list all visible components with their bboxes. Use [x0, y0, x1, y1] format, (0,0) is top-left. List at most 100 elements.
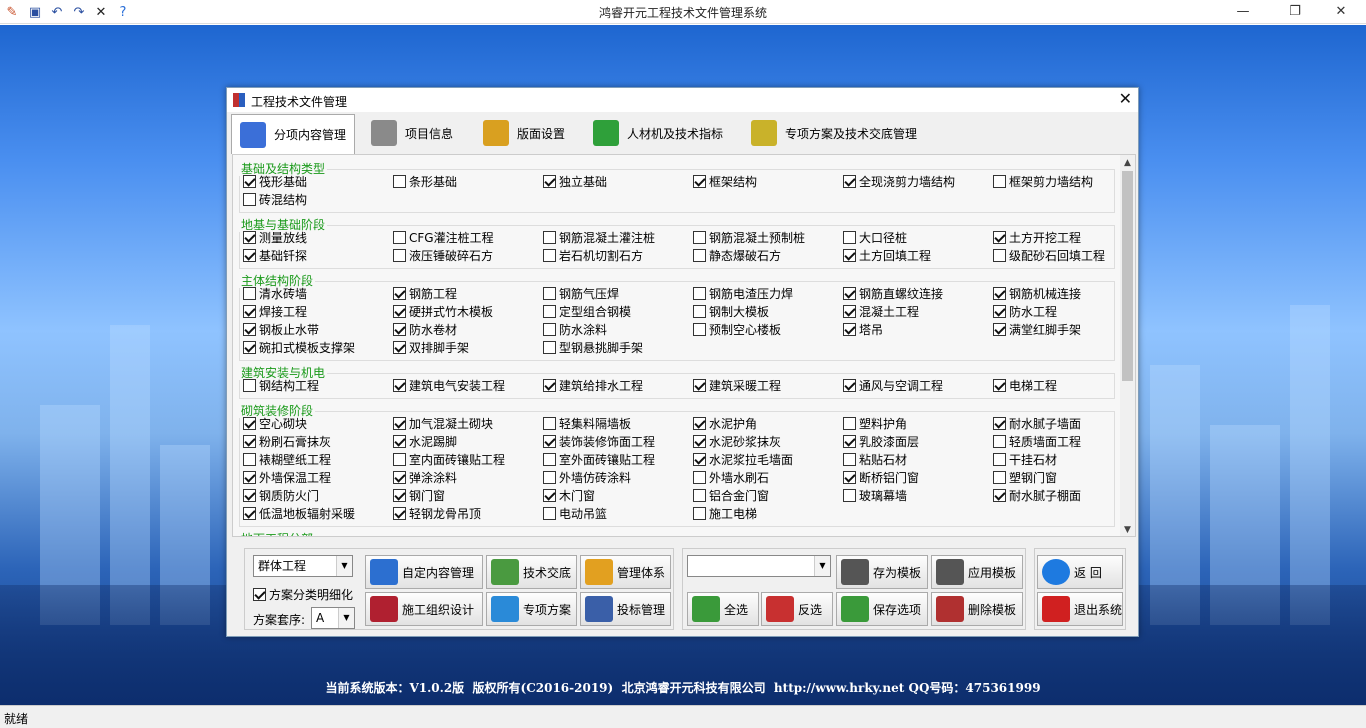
- option-checkbox[interactable]: 框架剪力墙结构: [993, 172, 1093, 190]
- minimize-button[interactable]: —: [1228, 2, 1258, 22]
- tab-4[interactable]: 专项方案及技术交底管理: [743, 114, 933, 152]
- option-checkbox[interactable]: 粉刷石膏抹灰: [243, 432, 331, 450]
- option-checkbox[interactable]: 钢筋工程: [393, 284, 457, 302]
- option-checkbox[interactable]: 全现浇剪力墙结构: [843, 172, 955, 190]
- checkbox-box[interactable]: [993, 452, 1006, 466]
- save-options-button[interactable]: 保存选项: [836, 592, 928, 626]
- option-checkbox[interactable]: 砖混结构: [243, 190, 307, 208]
- checkbox-box[interactable]: [843, 174, 856, 188]
- checkbox-box[interactable]: [543, 248, 556, 262]
- checkbox-box[interactable]: [393, 304, 406, 318]
- option-checkbox[interactable]: 清水砖墙: [243, 284, 307, 302]
- select-all-button[interactable]: 全选: [687, 592, 759, 626]
- checkbox-box[interactable]: [843, 416, 856, 430]
- checkbox-box[interactable]: [393, 340, 406, 354]
- bid-management-button[interactable]: 投标管理: [580, 592, 671, 626]
- checkbox-box[interactable]: [243, 452, 256, 466]
- checkbox-box[interactable]: [993, 416, 1006, 430]
- option-checkbox[interactable]: 钢门窗: [393, 486, 445, 504]
- restore-button[interactable]: ❐: [1280, 2, 1310, 22]
- option-checkbox[interactable]: 防水工程: [993, 302, 1057, 320]
- option-checkbox[interactable]: 建筑电气安装工程: [393, 376, 505, 394]
- checkbox-box[interactable]: [693, 322, 706, 336]
- checkbox-box[interactable]: [993, 230, 1006, 244]
- option-checkbox[interactable]: 电动吊篮: [543, 504, 607, 522]
- checkbox-box[interactable]: [843, 286, 856, 300]
- option-checkbox[interactable]: 大口径桩: [843, 228, 907, 246]
- option-checkbox[interactable]: 混凝土工程: [843, 302, 919, 320]
- option-checkbox[interactable]: 钢质防火门: [243, 486, 319, 504]
- checkbox-box[interactable]: [693, 378, 706, 392]
- checkbox-box[interactable]: [243, 174, 256, 188]
- checkbox-box[interactable]: [543, 506, 556, 520]
- option-checkbox[interactable]: 干挂石材: [993, 450, 1057, 468]
- option-checkbox[interactable]: 预制空心楼板: [693, 320, 781, 338]
- option-checkbox[interactable]: 测量放线: [243, 228, 307, 246]
- custom-content-button[interactable]: 自定内容管理: [365, 555, 483, 589]
- checkbox-box[interactable]: [993, 434, 1006, 448]
- option-checkbox[interactable]: 条形基础: [393, 172, 457, 190]
- option-checkbox[interactable]: 基础钎探: [243, 246, 307, 264]
- checkbox-box[interactable]: [543, 230, 556, 244]
- checkbox-box[interactable]: [243, 286, 256, 300]
- close-window-button[interactable]: ✕: [1326, 2, 1356, 22]
- checkbox-box[interactable]: [243, 192, 256, 206]
- back-button[interactable]: 返 回: [1037, 555, 1123, 589]
- option-checkbox[interactable]: 耐水腻子墙面: [993, 414, 1081, 432]
- option-checkbox[interactable]: 空心砌块: [243, 414, 307, 432]
- option-checkbox[interactable]: 建筑采暖工程: [693, 376, 781, 394]
- checkbox-box[interactable]: [243, 434, 256, 448]
- template-select[interactable]: ▼: [687, 555, 831, 577]
- option-checkbox[interactable]: 水泥护角: [693, 414, 757, 432]
- option-checkbox[interactable]: 钢筋机械连接: [993, 284, 1081, 302]
- checkbox-box[interactable]: [993, 378, 1006, 392]
- option-checkbox[interactable]: 筏形基础: [243, 172, 307, 190]
- scroll-up-icon[interactable]: ▲: [1120, 156, 1135, 170]
- checkbox-box[interactable]: [843, 470, 856, 484]
- checkbox-box[interactable]: [693, 286, 706, 300]
- option-checkbox[interactable]: 装饰装修饰面工程: [543, 432, 655, 450]
- checkbox-box[interactable]: [993, 174, 1006, 188]
- checkbox-box[interactable]: [693, 434, 706, 448]
- option-checkbox[interactable]: 外墙仿砖涂料: [543, 468, 631, 486]
- checkbox-box[interactable]: [693, 488, 706, 502]
- checkbox-box[interactable]: [993, 470, 1006, 484]
- option-checkbox[interactable]: 钢制大模板: [693, 302, 769, 320]
- checkbox-box[interactable]: [393, 506, 406, 520]
- invert-selection-button[interactable]: 反选: [761, 592, 833, 626]
- option-checkbox[interactable]: 独立基础: [543, 172, 607, 190]
- checkbox-box[interactable]: [243, 488, 256, 502]
- option-checkbox[interactable]: 水泥砂浆抹灰: [693, 432, 781, 450]
- option-checkbox[interactable]: 施工电梯: [693, 504, 757, 522]
- option-checkbox[interactable]: 电梯工程: [993, 376, 1057, 394]
- checkbox-box[interactable]: [393, 470, 406, 484]
- checkbox-box[interactable]: [843, 304, 856, 318]
- option-checkbox[interactable]: 碗扣式模板支撑架: [243, 338, 355, 356]
- checkbox-box[interactable]: [243, 230, 256, 244]
- delete-template-button[interactable]: 删除模板: [931, 592, 1023, 626]
- management-system-button[interactable]: 管理体系: [580, 555, 671, 589]
- option-checkbox[interactable]: 室内面砖镶贴工程: [393, 450, 505, 468]
- detail-checkbox[interactable]: 方案分类明细化: [253, 585, 353, 603]
- checkbox-box[interactable]: [843, 378, 856, 392]
- option-checkbox[interactable]: 裱糊壁纸工程: [243, 450, 331, 468]
- tech-disclosure-button[interactable]: 技术交底: [486, 555, 577, 589]
- checkbox-box[interactable]: [393, 378, 406, 392]
- option-checkbox[interactable]: CFG灌注桩工程: [393, 228, 494, 246]
- special-scheme-button[interactable]: 专项方案: [486, 592, 577, 626]
- checkbox-box[interactable]: [843, 452, 856, 466]
- option-checkbox[interactable]: 土方开挖工程: [993, 228, 1081, 246]
- checkbox-box[interactable]: [243, 378, 256, 392]
- option-checkbox[interactable]: 钢筋直螺纹连接: [843, 284, 943, 302]
- option-checkbox[interactable]: 外墙水刷石: [693, 468, 769, 486]
- checkbox-box[interactable]: [693, 304, 706, 318]
- option-checkbox[interactable]: 双排脚手架: [393, 338, 469, 356]
- scroll-thumb[interactable]: [1122, 171, 1133, 381]
- checkbox-box[interactable]: [243, 304, 256, 318]
- checkbox-box[interactable]: [243, 248, 256, 262]
- option-checkbox[interactable]: 钢筋电渣压力焊: [693, 284, 793, 302]
- checkbox-box[interactable]: [843, 322, 856, 336]
- checkbox-box[interactable]: [393, 248, 406, 262]
- tab-0[interactable]: 分项内容管理: [231, 114, 355, 154]
- option-checkbox[interactable]: 轻集料隔墙板: [543, 414, 631, 432]
